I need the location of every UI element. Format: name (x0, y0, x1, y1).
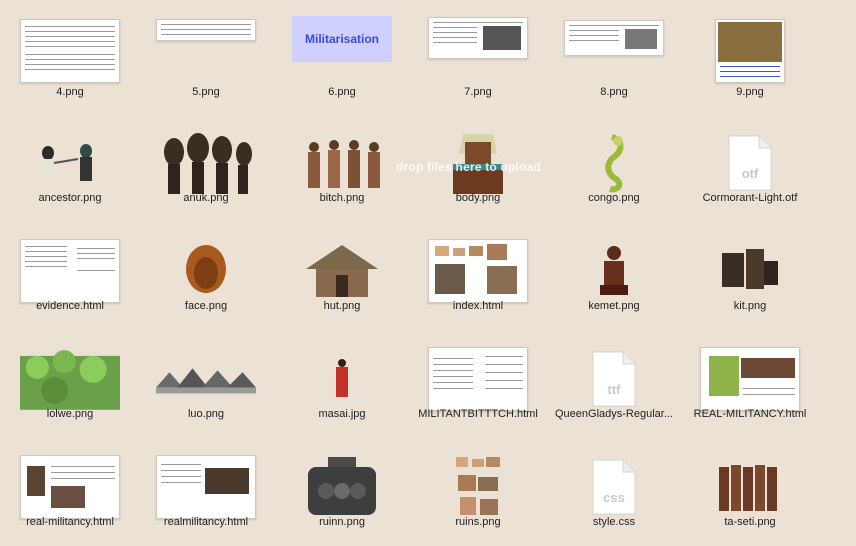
file-name: 4.png (56, 86, 84, 98)
hut-image (306, 245, 378, 297)
lolwe-image (20, 350, 120, 410)
ruinn-image (308, 457, 376, 515)
face-image (186, 245, 226, 293)
ruins-image (456, 457, 500, 515)
file-item[interactable]: real-militancy.html (6, 446, 134, 546)
file-name: evidence.html (36, 300, 104, 312)
congo-image (605, 134, 624, 193)
militarisation-text: Militarisation (292, 16, 392, 62)
file-name: masai.jpg (318, 408, 366, 420)
file-item[interactable]: kit.png (686, 230, 814, 330)
css-file-icon: css (592, 459, 636, 515)
file-item[interactable]: bitch.png (278, 122, 406, 222)
file-name: hut.png (323, 300, 361, 312)
file-item[interactable]: luo.png (142, 338, 270, 438)
file-item[interactable]: 4.png (6, 10, 134, 110)
file-item[interactable]: MILITANTBITTTCH.html (414, 338, 542, 438)
anuk-image (164, 133, 252, 194)
file-thumbnail (20, 10, 120, 92)
file-extension: css (603, 490, 625, 505)
file-item[interactable]: 9.png (686, 10, 814, 110)
kit-image (722, 249, 778, 289)
file-name: ruinn.png (319, 516, 365, 528)
file-name: REAL-MILITANCY.html (693, 408, 807, 420)
file-item[interactable]: ancestor.png (6, 122, 134, 222)
file-thumbnail (156, 10, 256, 50)
file-name: anuk.png (183, 192, 229, 204)
file-item[interactable]: kemet.png (550, 230, 678, 330)
file-name: bitch.png (319, 192, 365, 204)
file-name: 5.png (192, 86, 220, 98)
file-name: ta-seti.png (724, 516, 776, 528)
file-item[interactable]: evidence.html (6, 230, 134, 330)
file-extension: otf (741, 166, 759, 181)
file-name: index.html (452, 300, 504, 312)
file-extension: ttf (607, 382, 621, 397)
file-name: face.png (184, 300, 228, 312)
file-name: style.css (592, 516, 636, 528)
file-item[interactable]: ruins.png (414, 446, 542, 546)
file-item[interactable]: ruinn.png (278, 446, 406, 546)
file-name: real-militancy.html (26, 516, 114, 528)
file-thumbnail: Militarisation (292, 10, 392, 64)
file-item[interactable]: masai.jpg (278, 338, 406, 438)
upload-hint: drop files here to upload (396, 160, 542, 174)
file-item[interactable]: lolwe.png (6, 338, 134, 438)
file-item[interactable]: ta-seti.png (686, 446, 814, 546)
file-name: realmilitancy.html (163, 516, 249, 528)
file-item[interactable]: 7.png (414, 10, 542, 110)
file-item[interactable]: realmilitancy.html (142, 446, 270, 546)
file-name: ancestor.png (38, 192, 102, 204)
file-item[interactable]: css style.css (550, 446, 678, 546)
file-name: Cormorant-Light.otf (702, 192, 798, 204)
file-item[interactable]: congo.png (550, 122, 678, 222)
file-name: 7.png (464, 86, 492, 98)
ttf-file-icon: ttf (592, 351, 636, 407)
file-name: kemet.png (588, 300, 640, 312)
file-thumbnail (564, 10, 664, 66)
file-item[interactable]: ttf QueenGladys-Regular... (550, 338, 678, 438)
bitch-image (308, 140, 380, 188)
file-name: 9.png (736, 86, 764, 98)
otf-file-icon: otf (728, 135, 772, 191)
file-item[interactable]: Militarisation 6.png (278, 10, 406, 110)
file-item[interactable]: index.html (414, 230, 542, 330)
file-item[interactable]: 5.png (142, 10, 270, 110)
file-thumbnail (700, 10, 800, 92)
file-name: QueenGladys-Regular... (554, 408, 673, 420)
file-name: luo.png (187, 408, 225, 420)
file-name: MILITANTBITTTCH.html (418, 408, 538, 420)
file-name: 6.png (328, 86, 356, 98)
kemet-image (600, 246, 628, 295)
ta-seti-image (719, 465, 777, 511)
file-name: kit.png (733, 300, 767, 312)
file-name: 8.png (600, 86, 628, 98)
file-grid: 4.png 5.png Militarisation 6.png 7.png 8… (0, 0, 856, 540)
file-item[interactable]: face.png (142, 230, 270, 330)
file-name: congo.png (588, 192, 640, 204)
file-item[interactable]: anuk.png (142, 122, 270, 222)
file-item[interactable]: otf Cormorant-Light.otf (686, 122, 814, 222)
file-item[interactable]: hut.png (278, 230, 406, 330)
luo-image (156, 368, 256, 394)
file-name: lolwe.png (46, 408, 94, 420)
masai-image (336, 359, 348, 397)
ancestor-image (42, 144, 92, 181)
file-name: body.png (455, 192, 501, 204)
file-name: ruins.png (455, 516, 501, 528)
file-item[interactable]: 8.png (550, 10, 678, 110)
file-item[interactable]: REAL-MILITANCY.html (686, 338, 814, 438)
file-thumbnail (428, 10, 528, 66)
